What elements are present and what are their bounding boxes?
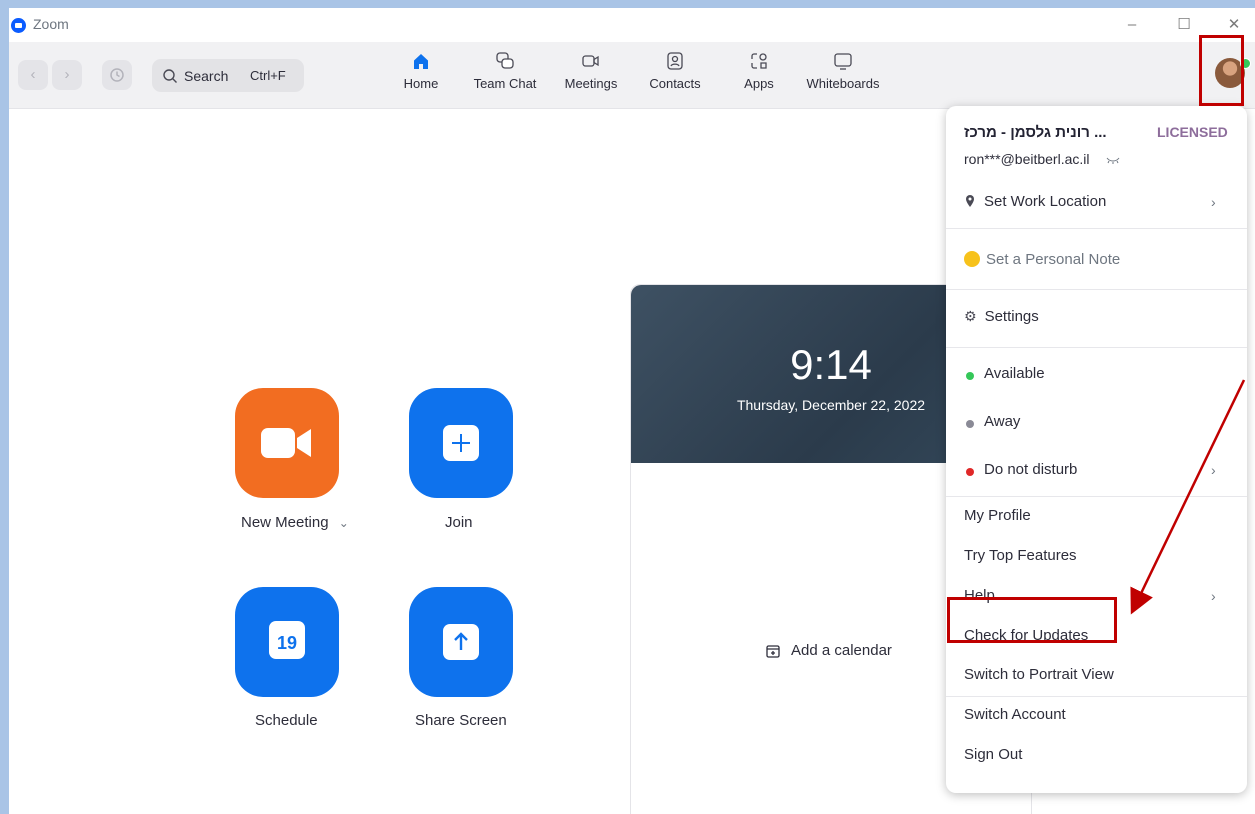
emoji-icon	[964, 251, 980, 267]
contacts-icon	[667, 52, 683, 70]
tab-team-chat-label: Team Chat	[473, 76, 537, 91]
tab-contacts-label: Contacts	[649, 76, 701, 91]
user-email: ron***@beitberl.ac.il	[964, 151, 1090, 167]
tab-meetings-label: Meetings	[564, 76, 618, 91]
schedule-button[interactable]: 19	[235, 587, 339, 697]
location-pin-icon	[966, 195, 974, 207]
menu-divider	[946, 347, 1247, 348]
forward-button[interactable]: ›	[52, 60, 82, 90]
tab-team-chat[interactable]: Team Chat	[469, 50, 541, 104]
menu-settings[interactable]: ⚙ Settings	[964, 308, 1039, 325]
video-camera-icon	[261, 428, 311, 458]
plus-icon	[443, 425, 479, 461]
user-name: ... רונית גלסמן - מרכז	[964, 124, 1107, 141]
chevron-right-icon: ›	[1211, 588, 1216, 604]
menu-try-top-features[interactable]: Try Top Features	[964, 547, 1077, 564]
add-calendar-label: Add a calendar	[791, 642, 892, 659]
menu-divider	[946, 696, 1247, 697]
maximize-button[interactable]: ☐	[1169, 12, 1199, 38]
join-button[interactable]	[409, 388, 513, 498]
history-icon	[110, 68, 124, 82]
search-icon	[163, 69, 177, 83]
new-meeting-button[interactable]	[235, 388, 339, 498]
whiteboard-icon	[834, 53, 852, 70]
search-input[interactable]: Search Ctrl+F	[152, 59, 304, 92]
available-status-icon	[966, 372, 974, 380]
zoom-logo-icon	[11, 18, 26, 33]
menu-away[interactable]: Away	[984, 413, 1020, 430]
back-button[interactable]: ‹	[18, 60, 48, 90]
do-not-disturb-icon	[966, 468, 974, 476]
menu-switch-portrait-view[interactable]: Switch to Portrait View	[964, 666, 1114, 683]
menu-switch-account[interactable]: Switch Account	[964, 706, 1066, 723]
chevron-right-icon: ›	[1211, 194, 1216, 210]
tab-meetings[interactable]: Meetings	[558, 50, 624, 104]
tab-home-label: Home	[403, 76, 439, 91]
calendar-add-icon	[766, 645, 780, 658]
check-updates-highlight-box	[947, 597, 1117, 643]
chat-icon	[496, 52, 514, 69]
tab-home[interactable]: Home	[396, 50, 446, 104]
chevron-down-icon[interactable]: ⌄	[339, 516, 349, 530]
video-icon	[582, 55, 599, 67]
avatar-highlight-box	[1199, 35, 1244, 106]
license-badge: LICENSED	[1157, 124, 1228, 140]
menu-do-not-disturb[interactable]: Do not disturb	[984, 461, 1077, 478]
calendar-day: 19	[276, 633, 298, 653]
away-status-icon	[966, 420, 974, 428]
search-shortcut: Ctrl+F	[250, 68, 286, 83]
menu-available[interactable]: Available	[984, 365, 1045, 382]
tab-apps-label: Apps	[744, 76, 774, 91]
zoom-window: Zoom – ☐ ✕ ‹ › Search Ctrl+F Home Team C…	[9, 8, 1255, 814]
join-label: Join	[445, 514, 473, 531]
tab-contacts[interactable]: Contacts	[645, 50, 705, 104]
hidden-eye-icon[interactable]	[1106, 156, 1120, 164]
menu-set-work-location[interactable]: Set Work Location	[964, 193, 1106, 210]
chevron-right-icon: ›	[1211, 462, 1216, 478]
menu-divider	[946, 496, 1247, 497]
search-label: Search	[184, 68, 229, 84]
menu-sign-out[interactable]: Sign Out	[964, 746, 1022, 763]
title-bar: Zoom – ☐ ✕	[9, 8, 1255, 42]
tab-whiteboards-label: Whiteboards	[806, 76, 880, 91]
tab-whiteboards[interactable]: Whiteboards	[801, 50, 885, 104]
add-calendar-link[interactable]: Add a calendar	[765, 642, 892, 659]
history-button[interactable]	[102, 60, 132, 90]
profile-menu: ... רונית גלסמן - מרכז LICENSED ron***@b…	[946, 106, 1247, 793]
home-icon	[414, 54, 428, 69]
tab-apps[interactable]: Apps	[738, 50, 780, 104]
window-title: Zoom	[33, 16, 69, 32]
gear-icon: ⚙	[964, 308, 977, 324]
new-meeting-label: New Meeting ⌄	[241, 514, 349, 531]
menu-my-profile[interactable]: My Profile	[964, 507, 1031, 524]
menu-personal-note[interactable]: Set a Personal Note	[964, 251, 1120, 268]
share-screen-label: Share Screen	[415, 712, 507, 729]
schedule-label: Schedule	[255, 712, 318, 729]
minimize-button[interactable]: –	[1117, 12, 1147, 38]
calendar-icon: 19	[269, 621, 305, 659]
top-toolbar: ‹ › Search Ctrl+F Home Team Chat Meeting…	[9, 42, 1255, 109]
share-screen-button[interactable]	[409, 587, 513, 697]
menu-divider	[946, 289, 1247, 290]
upload-arrow-icon	[443, 624, 479, 660]
apps-icon	[751, 53, 767, 69]
menu-divider	[946, 228, 1247, 229]
